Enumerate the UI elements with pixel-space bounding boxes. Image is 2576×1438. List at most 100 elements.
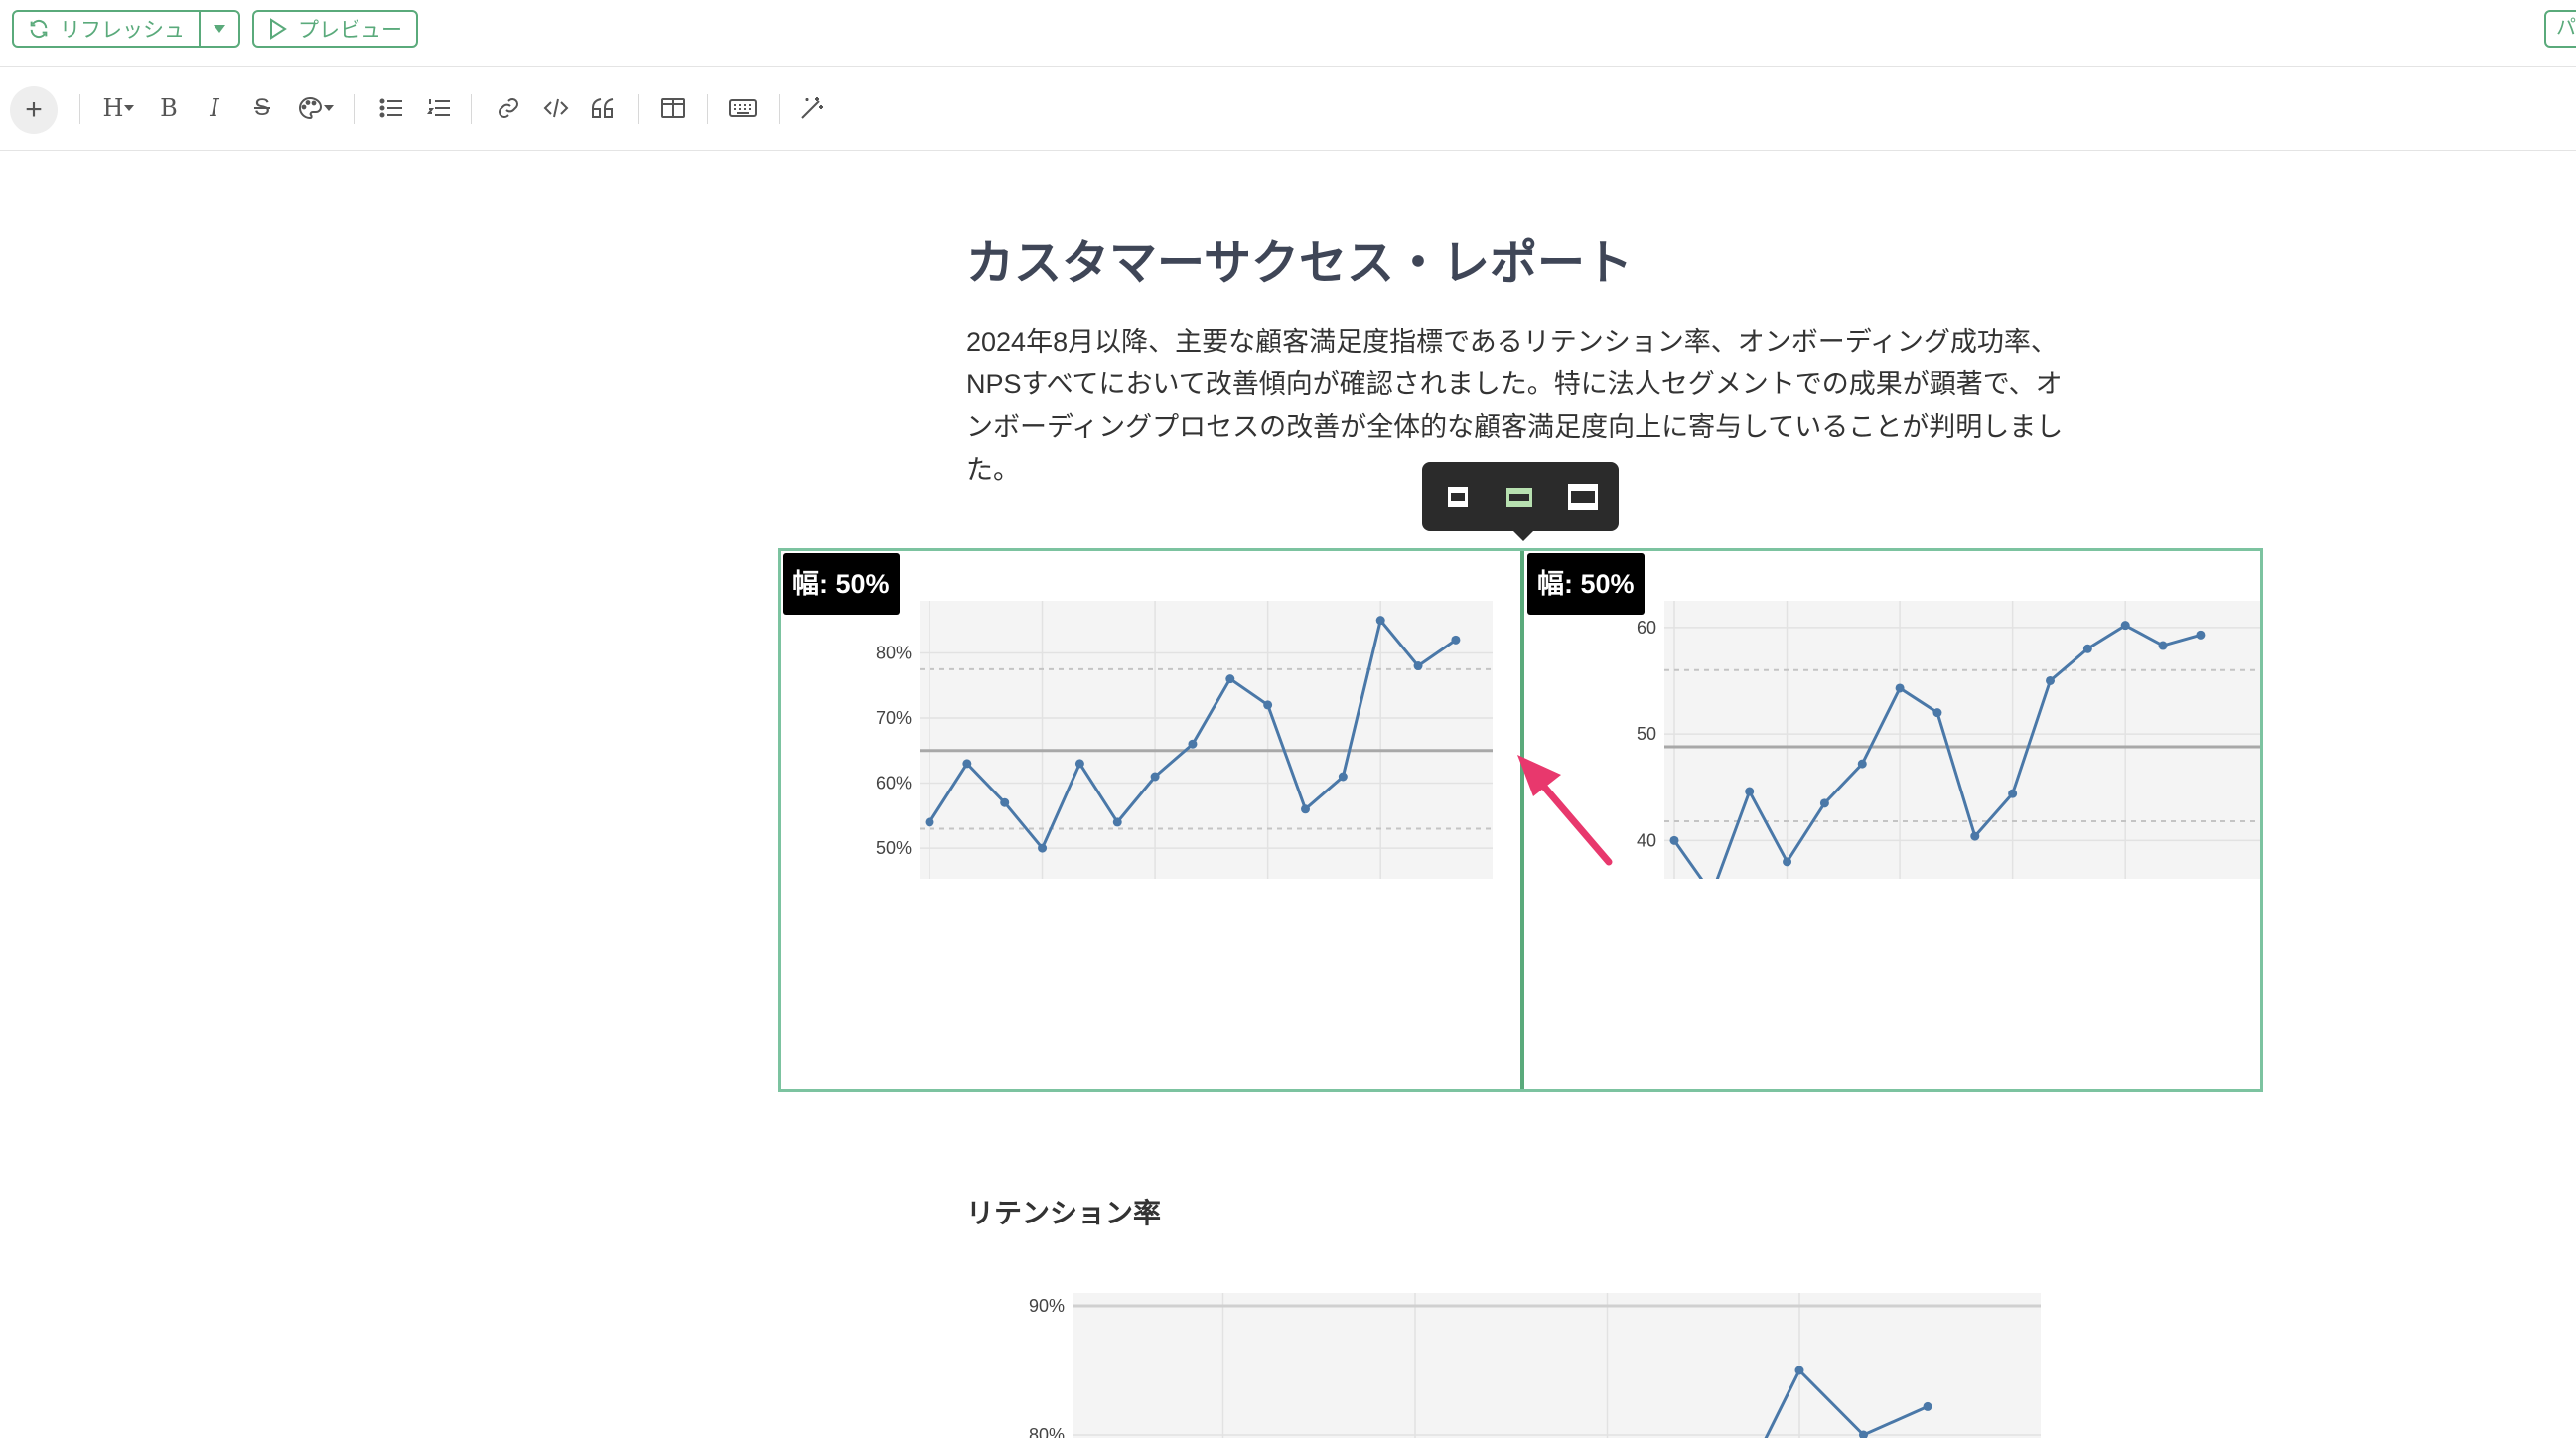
code-icon — [543, 98, 569, 118]
data-point — [1923, 1401, 1932, 1411]
refresh-label: リフレッシュ — [60, 19, 185, 42]
data-point — [1932, 708, 1942, 718]
code-button[interactable] — [540, 86, 572, 130]
y-tick-label: 60% — [876, 774, 912, 793]
data-point — [1112, 817, 1122, 827]
data-point — [1150, 772, 1160, 782]
data-point — [2158, 641, 2168, 650]
refresh-button[interactable]: リフレッシュ — [14, 12, 199, 46]
data-point — [2046, 675, 2055, 685]
italic-button[interactable]: I — [199, 86, 230, 130]
plus-icon: + — [25, 93, 43, 126]
document-title[interactable]: カスタマーサクセス・レポート — [966, 223, 1633, 293]
columns-button[interactable] — [657, 86, 689, 130]
bold-icon: B — [160, 94, 178, 122]
data-point — [1225, 674, 1235, 684]
data-point — [1000, 797, 1010, 807]
caret-down-icon — [324, 105, 334, 111]
play-icon — [270, 18, 287, 40]
heading-icon: H — [102, 94, 124, 122]
toolbar-divider — [471, 94, 472, 124]
strikethrough-button[interactable]: S — [246, 86, 278, 130]
popover-arrow — [1513, 531, 1533, 541]
width-narrow-icon[interactable] — [1442, 481, 1474, 512]
data-point — [1038, 843, 1048, 853]
magic-format-button[interactable] — [796, 86, 828, 130]
data-point — [2008, 789, 2018, 798]
data-point — [1895, 683, 1905, 693]
y-tick-label: 40 — [1637, 830, 1656, 850]
link-button[interactable] — [493, 86, 524, 130]
data-point — [2120, 621, 2130, 631]
y-tick-label: 80% — [876, 643, 912, 662]
data-point — [2196, 630, 2206, 640]
color-button[interactable] — [294, 86, 338, 130]
refresh-dropdown-button[interactable] — [199, 12, 238, 46]
columns-icon — [661, 98, 685, 118]
caret-down-icon — [214, 25, 225, 33]
data-point — [1794, 1366, 1804, 1375]
refresh-button-group: リフレッシュ — [12, 10, 240, 48]
add-block-button[interactable]: + — [10, 86, 58, 134]
quote-icon — [592, 98, 614, 118]
y-tick-label: 70% — [876, 708, 912, 728]
preview-label: プレビュー — [298, 19, 402, 42]
data-point — [1413, 661, 1423, 671]
y-tick-label: 80% — [1029, 1425, 1065, 1438]
numbered-list-icon — [427, 99, 450, 116]
bold-button[interactable]: B — [153, 86, 185, 130]
editor-toolbar: + H B I S — [0, 67, 2576, 151]
width-popover — [1422, 462, 1619, 541]
toolbar-divider — [79, 94, 80, 124]
heading-button[interactable]: H — [97, 86, 141, 130]
refresh-icon — [30, 19, 48, 39]
data-point — [1745, 787, 1755, 796]
y-tick-label: 60 — [1637, 618, 1656, 638]
keyboard-icon — [729, 99, 757, 117]
strikethrough-icon: S — [253, 94, 270, 121]
width-medium-icon[interactable] — [1503, 481, 1535, 512]
data-point — [1301, 804, 1310, 814]
preview-button[interactable]: プレビュー — [252, 10, 418, 48]
top-bar: リフレッシュ プレビュー パ — [0, 0, 2576, 67]
toolbar-divider — [354, 94, 355, 124]
data-point — [1783, 857, 1792, 867]
annotation-arrow — [1517, 755, 1613, 866]
data-point — [962, 759, 972, 769]
chart-right: 40506010月 20231月 20244月 20247月 202410月 2… — [1637, 601, 2260, 879]
data-point — [1970, 831, 1980, 841]
y-tick-label: 50% — [876, 838, 912, 858]
retention-chart: 90% 80% — [1029, 1293, 2041, 1438]
plot-background — [1073, 1293, 2041, 1438]
data-point — [1263, 700, 1273, 710]
data-point — [1669, 835, 1679, 845]
bullet-list-icon — [379, 98, 402, 118]
bullet-list-button[interactable] — [375, 86, 407, 130]
publish-button[interactable]: パ — [2544, 10, 2576, 48]
numbered-list-button[interactable] — [423, 86, 455, 130]
quote-button[interactable] — [588, 86, 620, 130]
toolbar-divider — [779, 94, 780, 124]
data-point — [1074, 759, 1084, 769]
data-point — [1819, 798, 1829, 808]
data-point — [1188, 739, 1198, 749]
data-point — [2082, 644, 2092, 653]
section-heading-retention[interactable]: リテンション率 — [966, 1192, 1161, 1231]
chart-left: 50%60%70%80%10月 20231月 20244月 20247月 202… — [876, 601, 1493, 879]
width-wide-icon[interactable] — [1565, 481, 1601, 512]
keyboard-button[interactable] — [725, 86, 761, 130]
data-point — [1338, 772, 1348, 782]
y-tick-label: 90% — [1029, 1296, 1065, 1316]
plot-background — [920, 601, 1493, 879]
caret-down-icon — [124, 105, 135, 111]
data-point — [1375, 616, 1385, 626]
publish-label: パ — [2556, 17, 2576, 39]
toolbar-divider — [707, 94, 708, 124]
italic-icon: I — [210, 94, 219, 122]
y-tick-label: 50 — [1637, 724, 1656, 744]
magic-wand-icon — [801, 97, 823, 119]
data-point — [925, 817, 934, 827]
palette-icon — [299, 96, 323, 120]
toolbar-divider — [638, 94, 639, 124]
data-point — [1451, 635, 1461, 645]
